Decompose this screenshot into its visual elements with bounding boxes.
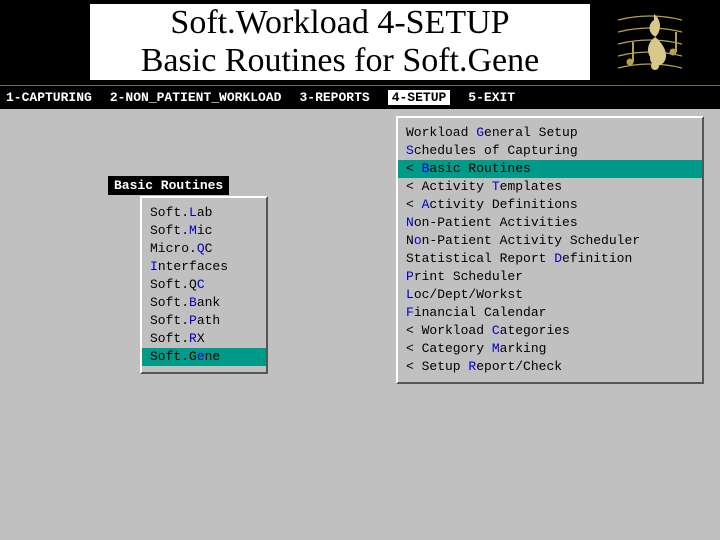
submenu-item-hotkey: L — [189, 205, 197, 220]
menu-item-5-exit[interactable]: 5-EXIT — [468, 90, 515, 105]
setup-dropdown-menu: Workload General SetupSchedules of Captu… — [396, 116, 704, 384]
setup-menu-item-0[interactable]: Workload General Setup — [406, 124, 694, 142]
setup-menu-item-hotkey: D — [554, 251, 562, 266]
setup-menu-item-post: emplates — [500, 179, 562, 194]
setup-menu-item-post: oc/Dept/Workst — [414, 287, 523, 302]
submenu-item-post: ne — [205, 349, 221, 364]
submenu-title: Basic Routines — [108, 176, 229, 195]
submenu-item-pre: Soft. — [150, 331, 189, 346]
setup-menu-item-post: efinition — [562, 251, 632, 266]
setup-menu-item-pre: < Workload — [406, 323, 492, 338]
submenu-item-hotkey: Q — [197, 241, 205, 256]
menu-item-2-non-patient-workload[interactable]: 2-NON_PATIENT_WORKLOAD — [110, 90, 282, 105]
setup-menu-item-10[interactable]: Financial Calendar — [406, 304, 694, 322]
submenu-item-pre: Soft. — [150, 295, 189, 310]
setup-menu-item-pre: < Setup — [406, 359, 468, 374]
submenu-item-pre: Soft. — [150, 313, 189, 328]
submenu-item-4[interactable]: Soft.QC — [150, 276, 258, 294]
submenu-item-7[interactable]: Soft.RX — [150, 330, 258, 348]
terminal-screen: 1-CAPTURING 2-NON_PATIENT_WORKLOAD 3-REPOR… — [0, 86, 720, 540]
submenu-item-3[interactable]: Interfaces — [150, 258, 258, 276]
menu-item-1-capturing[interactable]: 1-CAPTURING — [6, 90, 92, 105]
text-cursor — [220, 350, 229, 364]
submenu-item-post: ic — [197, 223, 213, 238]
submenu-item-8[interactable]: Soft.Gene — [142, 348, 266, 366]
setup-menu-item-post: rint Scheduler — [414, 269, 523, 284]
setup-menu-item-hotkey: T — [492, 179, 500, 194]
setup-menu-item-hotkey: N — [406, 215, 414, 230]
submenu-item-post: X — [197, 331, 205, 346]
setup-menu-item-hotkey: F — [406, 305, 414, 320]
setup-menu-item-hotkey: P — [406, 269, 414, 284]
submenu-item-5[interactable]: Soft.Bank — [150, 294, 258, 312]
setup-menu-item-hotkey: G — [476, 125, 484, 140]
submenu-item-2[interactable]: Micro.QC — [150, 240, 258, 258]
submenu-item-hotkey: B — [189, 295, 197, 310]
submenu-item-1[interactable]: Soft.Mic — [150, 222, 258, 240]
setup-menu-item-12[interactable]: < Category Marking — [406, 340, 694, 358]
basic-routines-submenu: Soft.LabSoft.MicMicro.QCInterfacesSoft.Q… — [140, 196, 268, 374]
submenu-item-hotkey: I — [150, 259, 158, 274]
setup-menu-item-hotkey: C — [492, 323, 500, 338]
title-line1: Soft.Workload 4-SETUP — [90, 4, 590, 42]
setup-menu-item-post: on-Patient Activities — [414, 215, 578, 230]
submenu-item-0[interactable]: Soft.Lab — [150, 204, 258, 222]
setup-menu-item-4[interactable]: < Activity Definitions — [406, 196, 694, 214]
title-line2: Basic Routines for Soft.Gene — [90, 42, 590, 80]
setup-menu-item-post: inancial Calendar — [414, 305, 547, 320]
setup-menu-item-pre: < — [406, 197, 422, 212]
slide-title: Soft.Workload 4-SETUP Basic Routines for… — [90, 4, 590, 80]
submenu-item-pre: Soft.Q — [150, 277, 197, 292]
setup-menu-item-post: arking — [500, 341, 547, 356]
setup-menu-item-hotkey: M — [492, 341, 500, 356]
submenu-item-hotkey: P — [189, 313, 197, 328]
submenu-item-hotkey: e — [197, 349, 205, 364]
menu-item-3-reports[interactable]: 3-REPORTS — [299, 90, 369, 105]
menu-item-4-setup[interactable]: 4-SETUP — [388, 90, 451, 105]
setup-menu-item-6[interactable]: Non-Patient Activity Scheduler — [406, 232, 694, 250]
setup-menu-item-11[interactable]: < Workload Categories — [406, 322, 694, 340]
setup-menu-item-2[interactable]: < Basic Routines — [398, 160, 702, 178]
submenu-item-hotkey: C — [197, 277, 205, 292]
main-menu-bar: 1-CAPTURING 2-NON_PATIENT_WORKLOAD 3-REPOR… — [0, 86, 720, 109]
setup-menu-item-13[interactable]: < Setup Report/Check — [406, 358, 694, 376]
setup-menu-item-pre: Workload — [406, 125, 476, 140]
submenu-item-pre: Soft. — [150, 205, 189, 220]
submenu-item-post: nterfaces — [158, 259, 228, 274]
setup-menu-item-pre: < Activity — [406, 179, 492, 194]
setup-menu-item-5[interactable]: Non-Patient Activities — [406, 214, 694, 232]
setup-menu-item-post: chedules of Capturing — [414, 143, 578, 158]
submenu-item-post: ab — [197, 205, 213, 220]
setup-menu-item-9[interactable]: Loc/Dept/Workst — [406, 286, 694, 304]
setup-menu-item-post: ctivity Definitions — [429, 197, 577, 212]
slide-title-bar: Soft.Workload 4-SETUP Basic Routines for… — [0, 0, 720, 86]
submenu-item-post: C — [205, 241, 213, 256]
submenu-item-post: ank — [197, 295, 220, 310]
setup-menu-item-hotkey: o — [414, 233, 422, 248]
setup-menu-item-pre: N — [406, 233, 414, 248]
setup-menu-item-post: asic Routines — [429, 161, 530, 176]
submenu-item-post: ath — [197, 313, 220, 328]
setup-menu-item-pre: < — [406, 161, 422, 176]
setup-menu-item-hotkey: L — [406, 287, 414, 302]
submenu-item-pre: Micro. — [150, 241, 197, 256]
setup-menu-item-1[interactable]: Schedules of Capturing — [406, 142, 694, 160]
setup-menu-item-pre: < Category — [406, 341, 492, 356]
setup-menu-item-pre: Statistical Report — [406, 251, 554, 266]
submenu-item-hotkey: R — [189, 331, 197, 346]
submenu-item-hotkey: M — [189, 223, 197, 238]
setup-menu-item-post: n-Patient Activity Scheduler — [422, 233, 640, 248]
setup-menu-item-8[interactable]: Print Scheduler — [406, 268, 694, 286]
setup-menu-item-post: eneral Setup — [484, 125, 578, 140]
setup-menu-item-7[interactable]: Statistical Report Definition — [406, 250, 694, 268]
setup-menu-item-post: ategories — [500, 323, 570, 338]
setup-menu-item-hotkey: S — [406, 143, 414, 158]
music-staff-logo-icon — [610, 2, 690, 82]
submenu-item-pre: Soft.G — [150, 349, 197, 364]
submenu-item-pre: Soft. — [150, 223, 189, 238]
submenu-item-6[interactable]: Soft.Path — [150, 312, 258, 330]
setup-menu-item-post: eport/Check — [476, 359, 562, 374]
setup-menu-item-3[interactable]: < Activity Templates — [406, 178, 694, 196]
